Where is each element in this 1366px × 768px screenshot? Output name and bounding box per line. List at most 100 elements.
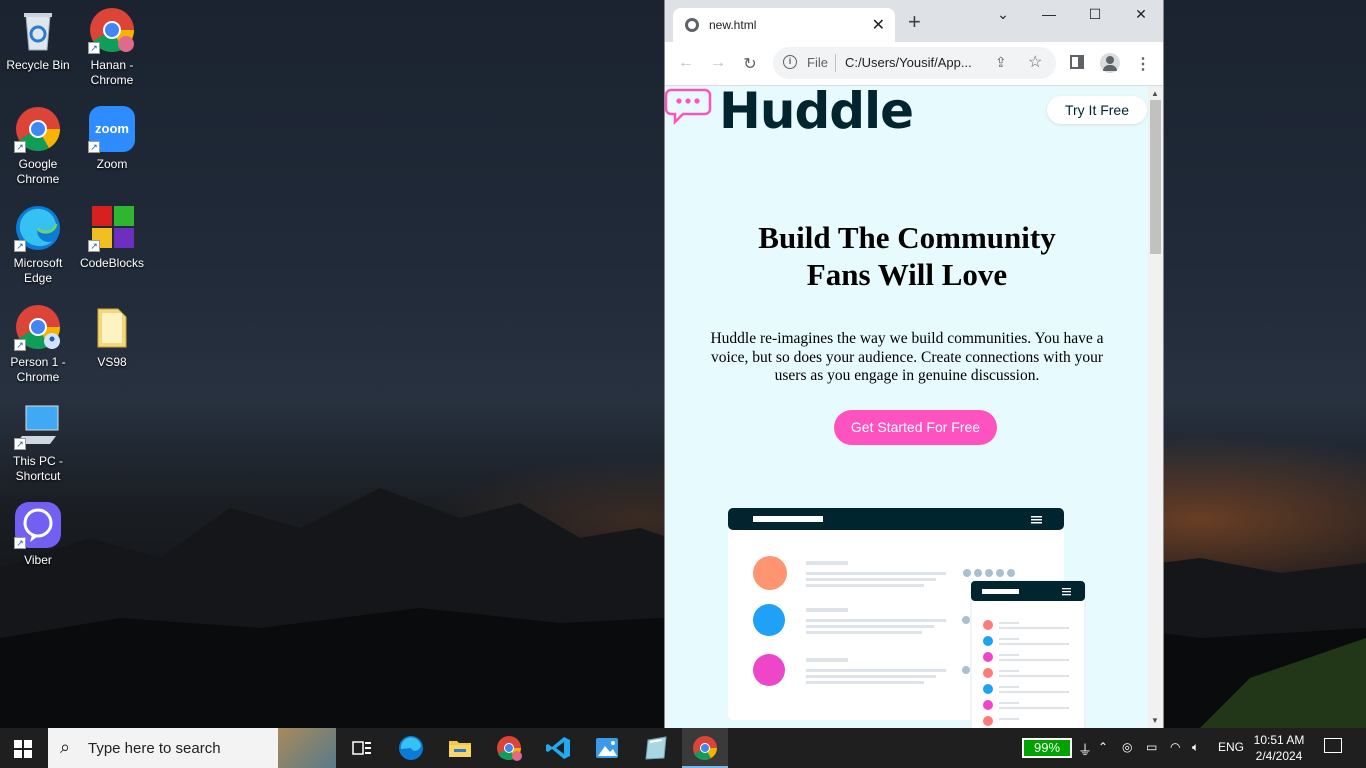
tab-search-button[interactable]: ⌄ [988, 6, 1018, 23]
desktop-icon-label: Viber [24, 553, 52, 567]
shortcut-arrow-icon: ↗ [88, 240, 100, 252]
shortcut-arrow-icon: ↗ [14, 537, 26, 549]
close-window-button[interactable]: ✕ [1126, 6, 1156, 23]
search-highlight-image [278, 728, 336, 768]
tab-new-html[interactable]: new.html ✕ [673, 8, 895, 42]
desktop-icon-hanan-chrome[interactable]: ↗ Hanan - Chrome [74, 6, 150, 88]
scrollbar-thumb[interactable] [1150, 100, 1161, 254]
task-view-icon[interactable] [348, 734, 376, 762]
desktop-icon-this-pc[interactable]: ↗ This PC - Shortcut [0, 402, 76, 484]
desktop-icon-recycle-bin[interactable]: Recycle Bin [0, 6, 76, 73]
taskbar: ⌕ Type here to search 99% ⏚ ⌃ ◎ ▭ ◠ 🔈︎ E… [0, 728, 1366, 768]
search-placeholder: Type here to search [88, 740, 221, 757]
page-scrollbar[interactable]: ▲ ▼ [1148, 86, 1163, 728]
windows-start-icon[interactable] [14, 740, 32, 758]
desktop-icon-google-chrome[interactable]: ↗ Google Chrome [0, 105, 76, 187]
tab-title: new.html [709, 18, 757, 32]
scroll-up-arrow-icon[interactable]: ▲ [1151, 89, 1159, 98]
computer-icon: ↗ [14, 402, 62, 450]
power-plug-icon[interactable]: ⏚ [1078, 740, 1092, 760]
battery-icon[interactable]: ▭ [1146, 740, 1157, 754]
huddle-chat-bubble-icon [665, 88, 712, 126]
zoom-icon-text: zoom [95, 121, 129, 136]
desktop-icon-label: Microsoft Edge [13, 256, 63, 285]
chrome-window: new.html ✕ + ⌄ — ☐ ✕ ← → ↻ i File C:/Use… [664, 0, 1164, 728]
new-tab-button[interactable]: + [908, 11, 921, 33]
meet-now-icon[interactable]: ◎ [1122, 740, 1132, 754]
battery-indicator[interactable]: 99% [1022, 738, 1072, 758]
huddle-logo[interactable]: Huddle [719, 86, 914, 140]
share-icon[interactable]: ⇪ [995, 54, 1007, 71]
chrome-icon: ↗ [88, 6, 136, 54]
language-indicator[interactable]: ENG [1218, 740, 1244, 754]
desktop-icon-label: Zoom [96, 157, 128, 171]
info-icon[interactable]: i [783, 55, 797, 69]
chrome-profile-taskbar-icon[interactable] [495, 734, 523, 762]
desktop-icon-label: Google Chrome [16, 157, 60, 186]
desktop-icon-label: Recycle Bin [6, 58, 70, 72]
file-explorer-icon[interactable] [446, 734, 474, 762]
bookmark-star-icon[interactable]: ☆ [1028, 52, 1042, 72]
scroll-down-arrow-icon[interactable]: ▼ [1151, 716, 1159, 725]
headline-line-1: Build The Community [758, 220, 1056, 255]
profile-avatar-icon[interactable] [1100, 53, 1120, 73]
photos-icon[interactable] [593, 734, 621, 762]
chrome-icon: ↗ [14, 105, 62, 153]
desktop-icon-label: VS98 [97, 355, 127, 369]
volume-icon[interactable]: 🔈︎ [1192, 740, 1199, 755]
shortcut-arrow-icon: ↗ [14, 438, 26, 450]
address-separator [835, 54, 836, 72]
chrome-taskbar-active[interactable] [682, 728, 728, 768]
clock-date: 2/4/2024 [1255, 749, 1303, 763]
url-text[interactable]: C:/Users/Yousif/App... [845, 55, 985, 70]
chrome-icon: ↗ [14, 303, 62, 351]
hero-description: Huddle re-imagines the way we build comm… [710, 330, 1104, 384]
get-started-button[interactable]: Get Started For Free [834, 410, 997, 445]
shortcut-arrow-icon: ↗ [88, 141, 100, 153]
notification-icon[interactable] [1324, 738, 1342, 753]
globe-icon [685, 18, 699, 32]
maximize-button[interactable]: ☐ [1080, 6, 1110, 23]
search-icon: ⌕ [60, 737, 71, 757]
desktop-icon-person1-chrome[interactable]: ↗ Person 1 - Chrome [0, 303, 76, 385]
shortcut-arrow-icon: ↗ [88, 42, 100, 54]
desktop-icon-viber[interactable]: ↗ Viber [0, 501, 76, 568]
desktop-icon-label: CodeBlocks [79, 256, 145, 270]
huddle-page: Huddle Try It Free Build The Community F… [665, 86, 1149, 728]
forward-arrow-icon[interactable]: → [707, 54, 729, 72]
shortcut-arrow-icon: ↗ [14, 339, 26, 351]
headline-line-2: Fans Will Love [806, 257, 1008, 292]
desktop-icon-label: Person 1 - Chrome [10, 355, 66, 384]
chrome-icon [693, 736, 717, 760]
scheme-label: File [807, 55, 828, 70]
back-arrow-icon[interactable]: ← [675, 54, 697, 72]
recycle-bin-icon [14, 6, 62, 54]
wifi-icon[interactable]: ◠ [1170, 740, 1180, 754]
tab-close-icon[interactable]: ✕ [872, 15, 885, 35]
try-it-free-button[interactable]: Try It Free [1047, 96, 1147, 124]
edge-taskbar-icon[interactable] [397, 734, 425, 762]
desktop-icon-vs98[interactable]: VS98 [74, 303, 150, 370]
hero-headline: Build The Community Fans Will Love [665, 219, 1149, 293]
vscode-icon[interactable] [544, 734, 572, 762]
desktop-icon-label: Hanan - Chrome [90, 58, 134, 87]
chevron-up-icon[interactable]: ⌃ [1098, 740, 1108, 754]
minimize-button[interactable]: — [1034, 6, 1064, 22]
app-mockup-illustration [728, 508, 1086, 728]
desktop-icon-zoom[interactable]: zoom ↗ Zoom [74, 105, 150, 172]
taskbar-search-box[interactable]: ⌕ Type here to search [48, 728, 336, 768]
app-taskbar-icon[interactable] [642, 734, 670, 762]
desktop-icon-label: This PC - Shortcut [12, 454, 63, 483]
desktop-icon-microsoft-edge[interactable]: ↗ Microsoft Edge [0, 204, 76, 286]
viber-icon: ↗ [14, 501, 62, 549]
clock[interactable]: 10:51 AM 2/4/2024 [1246, 732, 1312, 764]
zoom-icon: zoom ↗ [88, 105, 136, 153]
edge-icon: ↗ [14, 204, 62, 252]
desktop-icon-codeblocks[interactable]: ↗ CodeBlocks [74, 204, 150, 271]
shortcut-arrow-icon: ↗ [14, 141, 26, 153]
address-bar[interactable]: i File C:/Users/Yousif/App... ⇪ ☆ [773, 47, 1056, 79]
more-menu-icon[interactable]: ⋮ [1132, 54, 1154, 74]
side-panel-icon[interactable] [1070, 55, 1084, 69]
reload-icon[interactable]: ↻ [739, 54, 761, 74]
clock-time: 10:51 AM [1253, 733, 1305, 747]
